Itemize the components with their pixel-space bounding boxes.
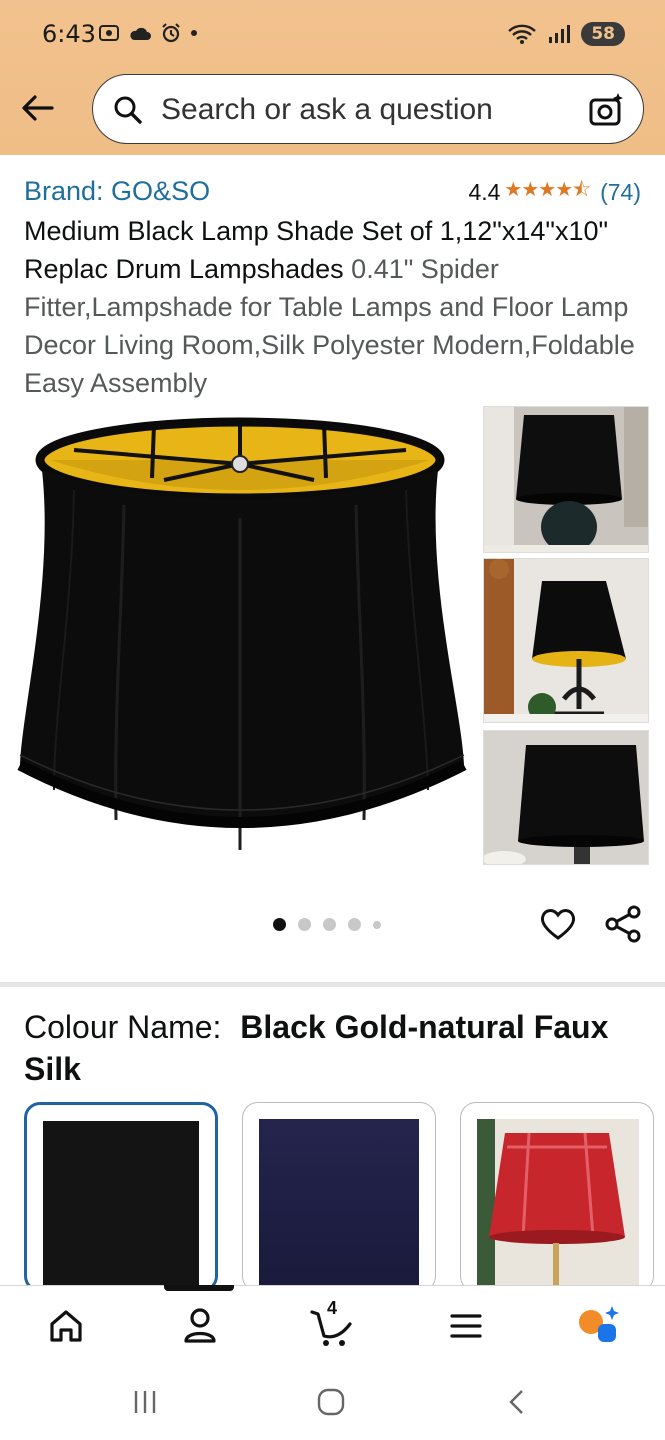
status-time: 6:43 bbox=[42, 20, 96, 48]
colour-swatch-navy[interactable] bbox=[242, 1102, 436, 1292]
account-icon bbox=[184, 1308, 216, 1343]
rating-summary[interactable]: 4.4 ★★★★⯪ (74) bbox=[468, 175, 641, 209]
wifi-icon bbox=[508, 24, 537, 44]
pager-dot[interactable] bbox=[323, 918, 336, 931]
cart-count-badge: 4 bbox=[326, 1298, 337, 1318]
recent-apps-icon[interactable] bbox=[130, 1387, 160, 1417]
rating-value: 4.4 bbox=[468, 178, 501, 205]
brand-link[interactable]: Brand: GO&SO bbox=[24, 176, 210, 207]
lamp-fleur-thumbnail bbox=[484, 559, 648, 722]
status-notification-icons bbox=[98, 22, 198, 44]
star-rating-icon: ★★★★⯪ bbox=[504, 177, 591, 201]
search-input[interactable]: Search or ask a question bbox=[161, 93, 493, 127]
home-button-icon[interactable] bbox=[316, 1387, 346, 1417]
screenshot-icon bbox=[99, 25, 119, 41]
menu-icon bbox=[450, 1314, 482, 1338]
pager-dot-active[interactable] bbox=[273, 918, 286, 931]
battery-indicator: 58 bbox=[581, 22, 625, 46]
colour-selector-label: Colour Name: Black Gold-natural Faux Sil… bbox=[24, 1006, 644, 1090]
camera-search-icon[interactable] bbox=[587, 91, 625, 129]
swatch-image bbox=[259, 1119, 419, 1291]
rufus-assistant-icon bbox=[579, 1306, 619, 1342]
image-pager[interactable] bbox=[273, 918, 381, 931]
signal-icon bbox=[549, 25, 571, 43]
pager-dot[interactable] bbox=[348, 918, 361, 931]
colour-label: Colour Name: bbox=[24, 1009, 222, 1045]
product-title: Medium Black Lamp Shade Set of 1,12"x14"… bbox=[24, 212, 649, 402]
pager-dot[interactable] bbox=[373, 920, 381, 929]
lampshade-image bbox=[17, 417, 467, 850]
home-icon bbox=[50, 1310, 82, 1342]
heart-icon[interactable] bbox=[538, 904, 578, 944]
swatch-image bbox=[43, 1121, 199, 1289]
colour-swatch-black[interactable] bbox=[24, 1102, 218, 1292]
product-title-main: Medium Black Lamp Shade Set of 1,12"x14"… bbox=[24, 216, 609, 284]
search-bar[interactable]: Search or ask a question bbox=[92, 74, 644, 144]
swatch-image bbox=[477, 1119, 639, 1291]
thumbnail-image-3[interactable] bbox=[483, 730, 649, 865]
lamp-thumbnail bbox=[484, 731, 648, 864]
nav-home[interactable] bbox=[42, 1302, 90, 1350]
dot-indicator-icon bbox=[191, 30, 197, 36]
main-product-image[interactable] bbox=[14, 410, 474, 860]
system-back-icon[interactable] bbox=[502, 1387, 532, 1417]
section-divider bbox=[0, 982, 665, 987]
cloud-icon bbox=[130, 27, 151, 40]
nav-cart[interactable]: 4 bbox=[308, 1298, 356, 1350]
search-icon bbox=[114, 96, 142, 124]
nav-rufus[interactable] bbox=[574, 1302, 622, 1350]
back-arrow-icon bbox=[22, 95, 54, 121]
thumbnail-image-2[interactable] bbox=[483, 558, 649, 723]
thumbnail-image-1[interactable] bbox=[483, 406, 649, 553]
share-icon[interactable] bbox=[603, 904, 643, 944]
nav-account[interactable] bbox=[176, 1302, 224, 1350]
nav-menu[interactable] bbox=[442, 1302, 490, 1350]
alarm-icon bbox=[162, 23, 180, 43]
review-count-link[interactable]: (74) bbox=[600, 179, 641, 206]
system-navigation-bar bbox=[0, 1365, 665, 1440]
status-bar: 6:43 58 bbox=[0, 0, 665, 70]
status-system-icons: 58 bbox=[507, 22, 625, 46]
app-header: 6:43 58 Search or ask a question bbox=[0, 0, 665, 155]
colour-swatch-red[interactable] bbox=[460, 1102, 654, 1292]
lamp-table-thumbnail bbox=[484, 407, 648, 552]
nav-active-indicator bbox=[164, 1285, 234, 1291]
back-button[interactable] bbox=[18, 88, 58, 128]
pager-dot[interactable] bbox=[298, 918, 311, 931]
